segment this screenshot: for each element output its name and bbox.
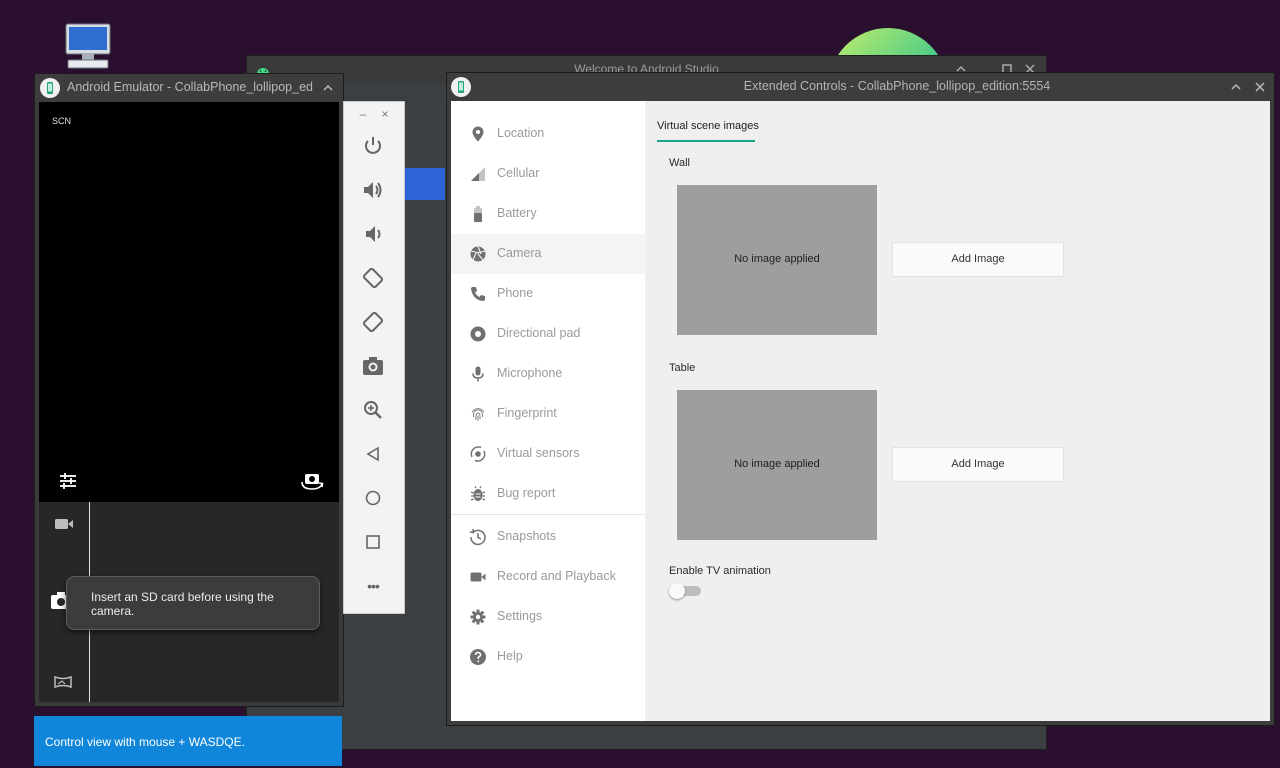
tab-active-indicator — [657, 140, 755, 142]
nav-label: Snapshots — [497, 529, 557, 543]
scn-label: SCN — [52, 116, 72, 126]
nav-item-directional-pad[interactable]: Directional pad — [451, 314, 645, 354]
rotate-right-icon[interactable] — [359, 308, 387, 336]
switch-camera-icon[interactable] — [299, 469, 325, 493]
emulator-title: Android Emulator - CollabPhone_lollipop_… — [67, 80, 313, 94]
power-icon[interactable] — [359, 132, 387, 160]
camera-aperture-icon — [469, 245, 487, 263]
camera-icon[interactable] — [359, 352, 387, 380]
toolbar-close-icon[interactable]: × — [378, 107, 392, 121]
emulator-window: Android Emulator - CollabPhone_lollipop_… — [34, 73, 344, 707]
nav-label: Microphone — [497, 366, 563, 380]
virtual-sensors-icon — [469, 445, 487, 463]
nav-item-battery[interactable]: Battery — [451, 194, 645, 234]
record-icon — [469, 568, 487, 586]
home-icon[interactable] — [359, 484, 387, 512]
nav-label: Location — [497, 126, 545, 140]
control-view-tooltip: Control view with mouse + WASDQE. — [34, 716, 342, 766]
volume-down-icon[interactable] — [359, 220, 387, 248]
nav-label: Bug report — [497, 486, 556, 500]
nav-item-record-and-playback[interactable]: Record and Playback — [451, 557, 645, 597]
nav-label: Settings — [497, 609, 543, 623]
nav-separator — [451, 514, 645, 515]
extended-controls-nav: Location Cellular Battery Camera Phone D… — [451, 101, 645, 721]
extended-controls-title: Extended Controls - CollabPhone_lollipop… — [743, 79, 1051, 93]
table-add-image-button[interactable]: Add Image — [892, 447, 1064, 482]
nav-item-settings[interactable]: Settings — [451, 597, 645, 637]
microphone-icon — [469, 365, 487, 383]
extended-controls-window: Extended Controls - CollabPhone_lollipop… — [446, 72, 1275, 726]
toggle-knob — [669, 583, 685, 599]
nav-item-cellular[interactable]: Cellular — [451, 154, 645, 194]
wall-add-image-button[interactable]: Add Image — [892, 242, 1064, 277]
toolbar-minimize-icon[interactable]: – — [356, 107, 370, 121]
nav-item-help[interactable]: Help — [451, 637, 645, 677]
nav-label: Camera — [497, 246, 542, 260]
rotate-left-icon[interactable] — [359, 264, 387, 292]
fingerprint-icon — [469, 405, 487, 423]
panorama-icon[interactable] — [53, 674, 73, 690]
extended-controls-titlebar: Extended Controls - CollabPhone_lollipop… — [447, 73, 1274, 101]
snackbar-message: Insert an SD card before using the camer… — [91, 590, 274, 618]
nav-label: Fingerprint — [497, 406, 557, 420]
tv-animation-toggle[interactable] — [669, 583, 703, 599]
nav-item-phone[interactable]: Phone — [451, 274, 645, 314]
wall-label: Wall — [669, 157, 690, 169]
nav-label: Phone — [497, 286, 534, 300]
emulator-app-icon — [40, 78, 60, 98]
emulator-screen[interactable]: SCN — [39, 102, 339, 502]
nav-label: Help — [497, 649, 523, 663]
camera-settings-panel: Virtual scene images Wall No image appli… — [645, 101, 1270, 721]
snapshots-icon — [469, 528, 487, 546]
more-icon[interactable]: ••• — [359, 572, 387, 600]
cellular-icon — [469, 165, 487, 183]
computer-desktop-icon[interactable] — [62, 22, 114, 70]
nav-item-virtual-sensors[interactable]: Virtual sensors — [451, 434, 645, 474]
tooltip-text: Control view with mouse + WASDQE. — [45, 735, 245, 749]
nav-label: Battery — [497, 206, 537, 220]
ext-collapse-icon[interactable] — [1229, 80, 1243, 94]
nav-item-microphone[interactable]: Microphone — [451, 354, 645, 394]
tab-virtual-scene-images[interactable]: Virtual scene images — [657, 120, 759, 132]
phone-icon — [469, 285, 487, 303]
wall-add-image-label: Add Image — [951, 253, 1005, 265]
nav-label: Record and Playback — [497, 569, 616, 583]
wall-image-text: No image applied — [734, 253, 820, 265]
table-add-image-label: Add Image — [951, 458, 1005, 470]
table-image-preview: No image applied — [677, 390, 877, 540]
back-icon[interactable] — [359, 440, 387, 468]
nav-item-camera[interactable]: Camera — [451, 234, 645, 274]
dpad-icon — [469, 325, 487, 343]
nav-label: Virtual sensors — [497, 446, 580, 460]
table-label: Table — [669, 362, 696, 374]
emulator-side-toolbar: – × ••• — [343, 101, 405, 614]
nav-item-bug-report[interactable]: Bug report — [451, 474, 645, 514]
nav-item-snapshots[interactable]: Snapshots — [451, 517, 645, 557]
tv-animation-label: Enable TV animation — [669, 565, 771, 577]
video-camera-icon[interactable] — [53, 516, 75, 532]
bug-icon — [469, 485, 487, 503]
nav-label: Directional pad — [497, 326, 581, 340]
nav-item-location[interactable]: Location — [451, 114, 645, 154]
help-icon — [469, 648, 487, 666]
battery-icon — [469, 205, 487, 223]
table-image-text: No image applied — [734, 458, 820, 470]
sliders-icon[interactable] — [57, 470, 79, 492]
settings-icon — [469, 608, 487, 626]
nav-item-fingerprint[interactable]: Fingerprint — [451, 394, 645, 434]
zoom-icon[interactable] — [359, 396, 387, 424]
nav-label: Cellular — [497, 166, 540, 180]
wall-image-preview: No image applied — [677, 185, 877, 335]
emulator-titlebar: Android Emulator - CollabPhone_lollipop_… — [35, 74, 343, 102]
volume-up-icon[interactable] — [359, 176, 387, 204]
overview-icon[interactable] — [359, 528, 387, 556]
location-icon — [469, 125, 487, 143]
ext-close-icon[interactable] — [1253, 80, 1267, 94]
extended-controls-app-icon — [451, 77, 471, 97]
emulator-collapse-icon[interactable] — [321, 81, 335, 95]
sd-card-snackbar: Insert an SD card before using the camer… — [66, 576, 320, 630]
camera-controls-panel: Insert an SD card before using the camer… — [39, 502, 339, 702]
